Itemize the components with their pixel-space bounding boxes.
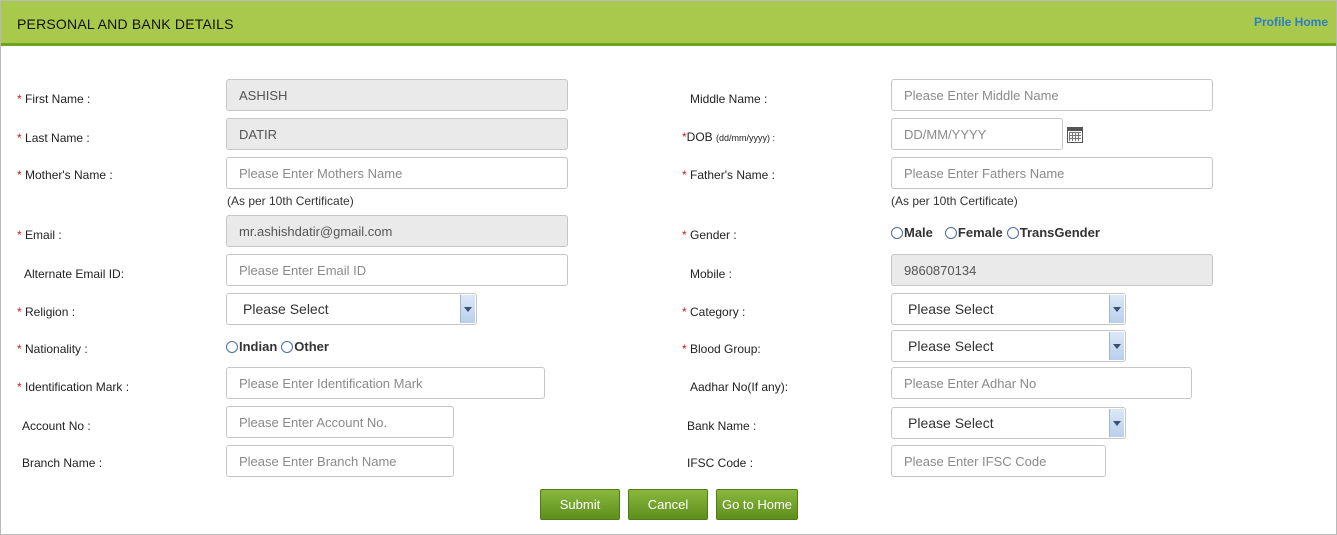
middle-name-field[interactable] [891,79,1213,111]
branch-name-label: Branch Name : [22,456,103,470]
gender-option-transgender[interactable]: TransGender [1006,225,1100,240]
father-name-label: * Father's Name : [682,168,775,182]
alt-email-field[interactable] [226,254,568,286]
dob-field[interactable] [891,118,1063,150]
form-panel: PERSONAL AND BANK DETAILS Profile Home *… [0,0,1337,535]
bank-name-label: Bank Name : [687,419,757,433]
account-no-label: Account No : [22,419,91,433]
religion-selected: Please Select [243,301,329,317]
father-name-field[interactable] [891,157,1213,189]
father-name-note: (As per 10th Certificate) [891,194,1018,208]
email-field[interactable] [226,215,568,247]
category-label: * Category : [682,305,746,319]
blood-group-label: * Blood Group: [682,342,761,356]
religion-select[interactable]: Please Select [226,293,477,325]
go-to-home-button[interactable]: Go to Home [716,489,798,520]
mobile-label: Mobile : [690,267,733,281]
blood-group-selected: Please Select [908,338,994,354]
category-selected: Please Select [908,301,994,317]
nationality-option-indian[interactable]: Indian [226,339,277,354]
gender-label: * Gender : [682,228,737,242]
identification-mark-field[interactable] [226,367,545,399]
identification-mark-label: * Identification Mark : [17,380,130,394]
aadhar-label: Aadhar No(If any): [690,380,789,394]
bank-name-select[interactable]: Please Select [891,407,1126,439]
branch-name-field[interactable] [226,445,454,477]
gender-option-female[interactable]: Female [944,225,1003,240]
ifsc-field[interactable] [891,445,1106,477]
gender-option-male[interactable]: Male [891,225,933,240]
radio-icon[interactable] [226,340,238,353]
calendar-icon[interactable] [1067,127,1083,143]
chevron-down-icon [1109,409,1124,437]
blood-group-select[interactable]: Please Select [891,330,1126,362]
account-no-field[interactable] [226,406,454,438]
nationality-label: * Nationality : [17,342,88,356]
mother-name-label: * Mother's Name : [17,168,113,182]
radio-icon[interactable] [1006,226,1019,239]
gender-radio-group: Male Female TransGender [891,225,1112,240]
email-label: * Email : [17,228,62,242]
mobile-field[interactable] [891,254,1213,286]
cancel-button[interactable]: Cancel [628,489,708,520]
last-name-label: * Last Name : [17,131,90,145]
alt-email-label: Alternate Email ID: [24,267,125,281]
submit-button[interactable]: Submit [540,489,620,520]
last-name-field[interactable] [226,118,568,150]
bank-name-selected: Please Select [908,415,994,431]
chevron-down-icon [1109,295,1124,323]
middle-name-label: Middle Name : [690,92,768,106]
page-title: PERSONAL AND BANK DETAILS [17,16,234,32]
chevron-down-icon [460,295,475,323]
chevron-down-icon [1109,332,1124,360]
mother-name-note: (As per 10th Certificate) [227,194,354,208]
first-name-field[interactable] [226,79,568,111]
nationality-option-other[interactable]: Other [281,339,329,354]
radio-icon[interactable] [281,340,294,353]
dob-label: *DOB (dd/mm/yyyy) : [682,130,776,144]
category-select[interactable]: Please Select [891,293,1126,325]
radio-icon[interactable] [891,226,903,239]
header-bar: PERSONAL AND BANK DETAILS Profile Home [1,1,1336,46]
religion-label: * Religion : [17,305,76,319]
profile-home-link[interactable]: Profile Home [1254,15,1328,29]
mother-name-field[interactable] [226,157,568,189]
aadhar-field[interactable] [891,367,1192,399]
ifsc-label: IFSC Code : [687,456,754,470]
nationality-radio-group: Indian Other [226,339,341,354]
radio-icon[interactable] [944,226,957,239]
first-name-label: * First Name : [17,92,91,106]
